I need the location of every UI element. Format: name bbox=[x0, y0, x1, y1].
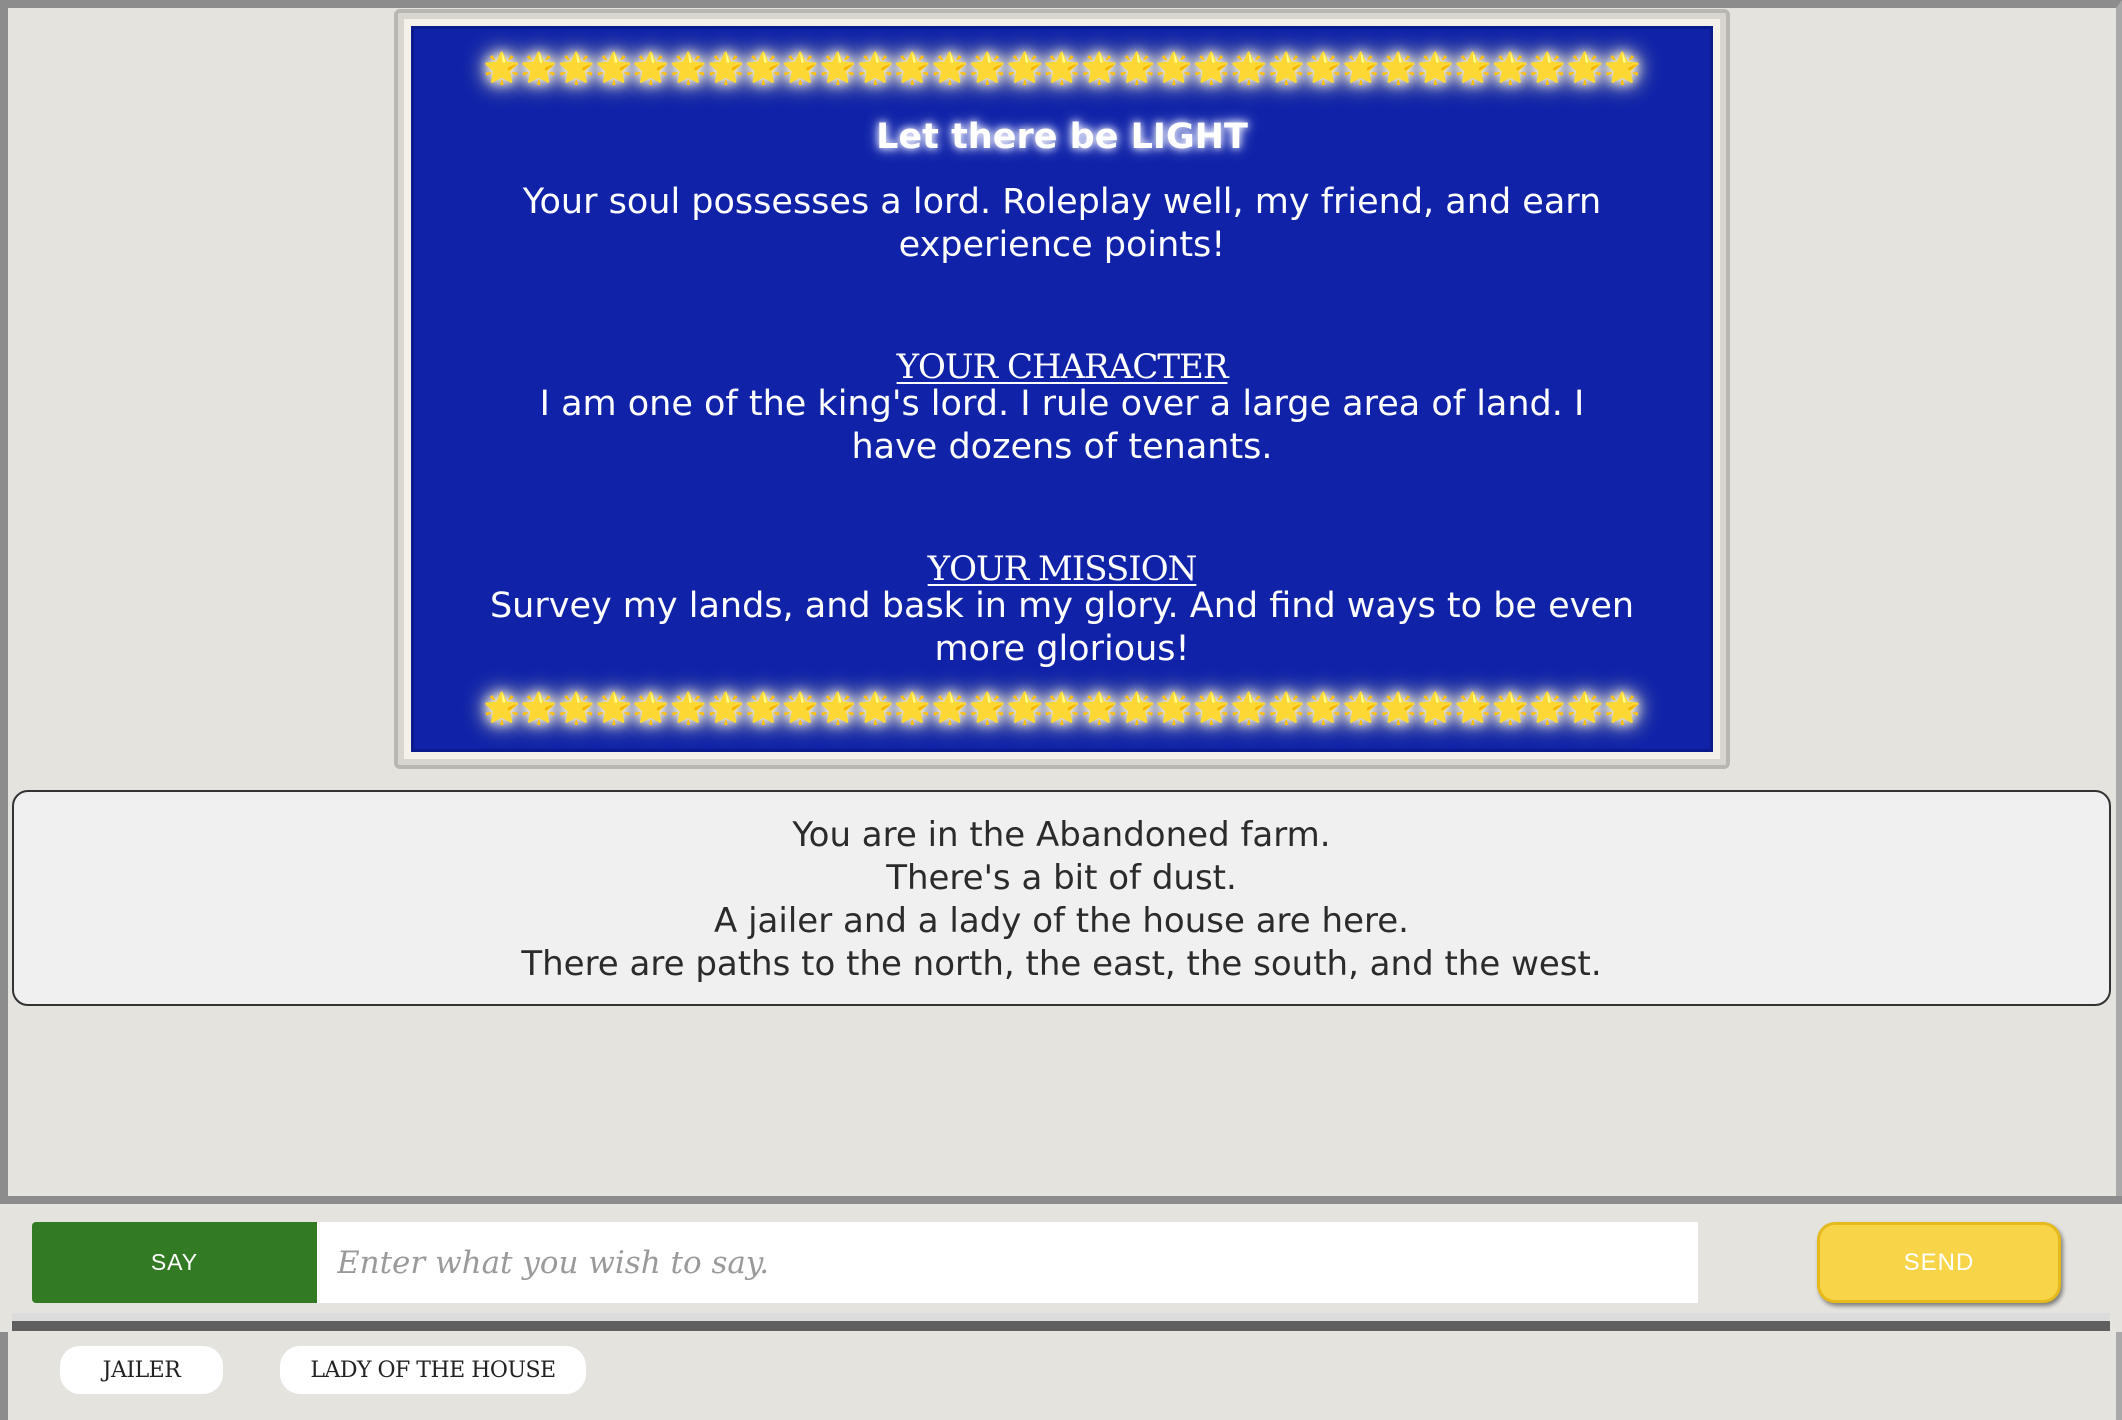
mission-heading: YOUR MISSION bbox=[927, 549, 1198, 589]
location-line: You are in the Abandoned farm. bbox=[792, 815, 1331, 855]
divider bbox=[12, 1313, 2110, 1331]
character-description: I am one of the king's lord. I rule over… bbox=[539, 384, 1585, 467]
star-row-top: 🌟🌟🌟🌟🌟🌟🌟🌟🌟🌟🌟🌟🌟🌟🌟🌟🌟🌟🌟🌟🌟🌟🌟🌟🌟🌟🌟🌟🌟🌟🌟 bbox=[483, 51, 1641, 86]
star-row-bottom: 🌟🌟🌟🌟🌟🌟🌟🌟🌟🌟🌟🌟🌟🌟🌟🌟🌟🌟🌟🌟🌟🌟🌟🌟🌟🌟🌟🌟🌟🌟🌟 bbox=[483, 691, 1641, 726]
character-heading: YOUR CHARACTER bbox=[896, 347, 1229, 387]
banner-intro: Your soul possesses a lord. Roleplay wel… bbox=[522, 182, 1602, 265]
location-line: There are paths to the north, the east, … bbox=[521, 944, 1602, 984]
role-banner: 🌟🌟🌟🌟🌟🌟🌟🌟🌟🌟🌟🌟🌟🌟🌟🌟🌟🌟🌟🌟🌟🌟🌟🌟🌟🌟🌟🌟🌟🌟🌟 Let ther… bbox=[411, 26, 1713, 752]
banner-title: Let there be LIGHT bbox=[876, 117, 1248, 157]
npc-chip-lady-of-the-house[interactable]: LADY OF THE HOUSE bbox=[280, 1346, 586, 1394]
location-description: You are in the Abandoned farm. There's a… bbox=[12, 790, 2111, 1006]
location-line: A jailer and a lady of the house are her… bbox=[714, 901, 1409, 941]
say-input[interactable] bbox=[317, 1222, 1698, 1303]
say-mode-button[interactable]: SAY bbox=[32, 1222, 317, 1303]
send-button[interactable]: SEND bbox=[1817, 1222, 2061, 1303]
role-banner-frame: 🌟🌟🌟🌟🌟🌟🌟🌟🌟🌟🌟🌟🌟🌟🌟🌟🌟🌟🌟🌟🌟🌟🌟🌟🌟🌟🌟🌟🌟🌟🌟 Let ther… bbox=[394, 9, 1730, 769]
mission-description: Survey my lands, and bask in my glory. A… bbox=[489, 586, 1635, 669]
location-line: There's a bit of dust. bbox=[886, 858, 1237, 898]
npc-chip-jailer[interactable]: JAILER bbox=[60, 1346, 223, 1394]
